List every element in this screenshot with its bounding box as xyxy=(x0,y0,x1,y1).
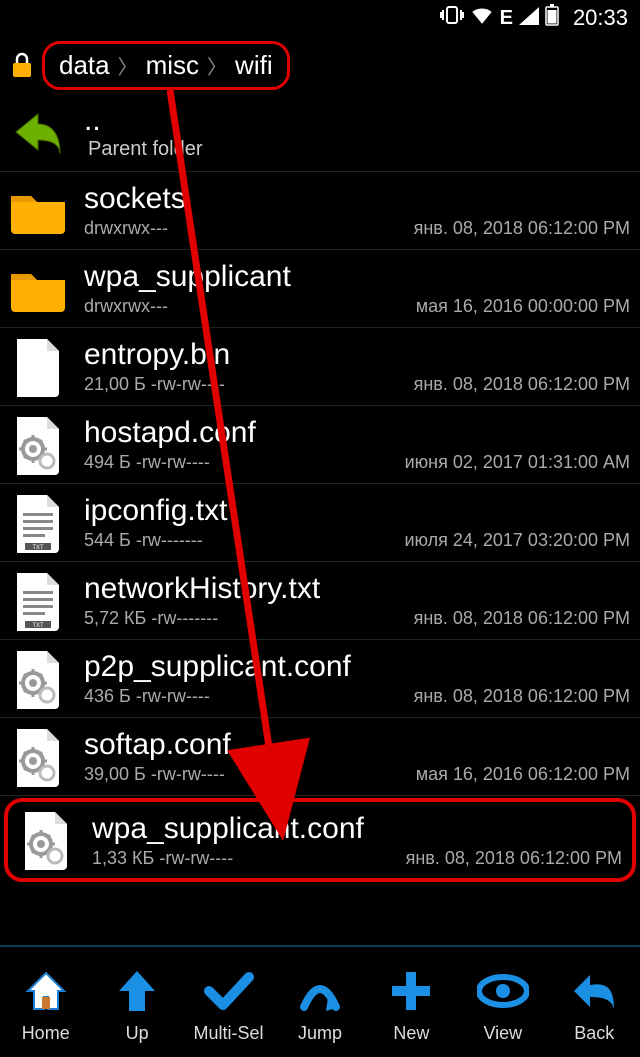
file-icon xyxy=(6,335,70,399)
file-icon xyxy=(14,808,78,872)
status-bar: E 20:33 xyxy=(0,0,640,36)
file-name: softap.conf xyxy=(84,728,630,762)
file-name: entropy.bin xyxy=(84,338,630,372)
file-meta: 5,72 КБ -rw------- xyxy=(84,608,218,629)
folder-icon xyxy=(6,179,70,243)
file-row[interactable]: socketsdrwxrwx--- янв. 08, 2018 06:12:00 … xyxy=(0,172,640,250)
file-row[interactable]: TXT ipconfig.txt544 Б -rw------- июля 24, … xyxy=(0,484,640,562)
file-date: мая 16, 2016 06:12:00 PM xyxy=(416,764,630,785)
toolbar-back[interactable]: Back xyxy=(550,963,638,1044)
file-meta: 21,00 Б -rw-rw---- xyxy=(84,374,225,395)
file-name: sockets xyxy=(84,182,630,216)
check-icon xyxy=(201,963,257,1019)
breadcrumb-item-misc[interactable]: misc xyxy=(142,48,203,83)
toolbar-home[interactable]: Home xyxy=(2,963,90,1044)
jump-icon xyxy=(292,963,348,1019)
battery-icon xyxy=(545,4,559,32)
file-date: янв. 08, 2018 06:12:00 PM xyxy=(414,374,630,395)
file-meta: drwxrwx--- xyxy=(84,218,168,239)
lock-icon[interactable] xyxy=(8,51,36,79)
svg-text:TXT: TXT xyxy=(32,623,44,629)
file-name: networkHistory.txt xyxy=(84,572,630,606)
breadcrumb-item-wifi[interactable]: wifi xyxy=(231,48,277,83)
toolbar-label: Back xyxy=(574,1023,614,1044)
up-arrow-icon xyxy=(109,963,165,1019)
file-icon xyxy=(6,725,70,789)
signal-icon xyxy=(519,5,539,31)
toolbar-view[interactable]: View xyxy=(459,963,547,1044)
bottom-toolbar: Home Up Multi-Sel Jump New View Back xyxy=(0,945,640,1057)
breadcrumb[interactable]: data 〉 misc 〉 wifi xyxy=(42,41,290,90)
file-name: hostapd.conf xyxy=(84,416,630,450)
file-date: июля 24, 2017 03:20:00 PM xyxy=(404,530,630,551)
file-name: wpa_supplicant xyxy=(84,260,630,294)
top-bar: data 〉 misc 〉 wifi xyxy=(0,36,640,94)
file-row[interactable]: softap.conf39,00 Б -rw-rw---- мая 16, 201… xyxy=(0,718,640,796)
eye-icon xyxy=(475,963,531,1019)
file-row[interactable]: TXT networkHistory.txt5,72 КБ -rw------- я… xyxy=(0,562,640,640)
toolbar-label: Home xyxy=(22,1023,70,1044)
toolbar-label: Jump xyxy=(298,1023,342,1044)
toolbar-jump[interactable]: Jump xyxy=(276,963,364,1044)
file-list[interactable]: .. Parent folder socketsdrwxrwx---янв. 0… xyxy=(0,94,640,945)
toolbar-up[interactable]: Up xyxy=(93,963,181,1044)
file-row[interactable]: p2p_supplicant.conf436 Б -rw-rw---- янв. … xyxy=(0,640,640,718)
parent-folder-row[interactable]: .. Parent folder xyxy=(0,94,640,172)
file-date: янв. 08, 2018 06:12:00 PM xyxy=(414,608,630,629)
file-date: июня 02, 2017 01:31:00 AM xyxy=(405,452,630,473)
parent-dots: .. xyxy=(84,104,630,138)
file-meta: 436 Б -rw-rw---- xyxy=(84,686,210,707)
file-date: янв. 08, 2018 06:12:00 PM xyxy=(414,686,630,707)
file-name: ipconfig.txt xyxy=(84,494,630,528)
status-clock: 20:33 xyxy=(573,5,628,31)
file-icon: TXT xyxy=(6,569,70,633)
toolbar-label: New xyxy=(393,1023,429,1044)
network-type: E xyxy=(500,7,513,30)
breadcrumb-item-data[interactable]: data xyxy=(55,48,114,83)
file-name: p2p_supplicant.conf xyxy=(84,650,630,684)
parent-label: Parent folder xyxy=(88,138,630,161)
file-meta: 494 Б -rw-rw---- xyxy=(84,452,210,473)
back-arrow-icon xyxy=(6,101,70,165)
file-icon: TXT xyxy=(6,491,70,555)
chevron-right-icon: 〉 xyxy=(118,51,138,80)
file-icon xyxy=(6,647,70,711)
toolbar-label: Multi-Sel xyxy=(194,1023,264,1044)
vibrate-icon xyxy=(440,5,464,31)
chevron-right-icon: 〉 xyxy=(207,51,227,80)
file-date: янв. 08, 2018 06:12:00 PM xyxy=(406,848,622,869)
file-date: мая 16, 2016 00:00:00 PM xyxy=(416,296,630,317)
toolbar-label: Up xyxy=(126,1023,149,1044)
file-row[interactable]: wpa_supplicant.conf1,33 КБ -rw-rw---- янв… xyxy=(4,798,636,882)
folder-icon xyxy=(6,257,70,321)
wifi-icon xyxy=(470,5,494,31)
back-icon xyxy=(566,963,622,1019)
file-date: янв. 08, 2018 06:12:00 PM xyxy=(414,218,630,239)
file-name: wpa_supplicant.conf xyxy=(92,812,622,846)
file-meta: drwxrwx--- xyxy=(84,296,168,317)
file-meta: 39,00 Б -rw-rw---- xyxy=(84,764,225,785)
file-meta: 1,33 КБ -rw-rw---- xyxy=(92,848,233,869)
toolbar-new[interactable]: New xyxy=(367,963,455,1044)
toolbar-label: View xyxy=(483,1023,522,1044)
home-icon xyxy=(18,963,74,1019)
file-row[interactable]: hostapd.conf494 Б -rw-rw---- июня 02, 201… xyxy=(0,406,640,484)
toolbar-multisel[interactable]: Multi-Sel xyxy=(185,963,273,1044)
file-row[interactable]: wpa_supplicantdrwxrwx--- мая 16, 2016 00:… xyxy=(0,250,640,328)
file-row[interactable]: entropy.bin21,00 Б -rw-rw---- янв. 08, 20… xyxy=(0,328,640,406)
file-icon xyxy=(6,413,70,477)
file-meta: 544 Б -rw------- xyxy=(84,530,203,551)
plus-icon xyxy=(383,963,439,1019)
svg-text:TXT: TXT xyxy=(32,545,44,551)
